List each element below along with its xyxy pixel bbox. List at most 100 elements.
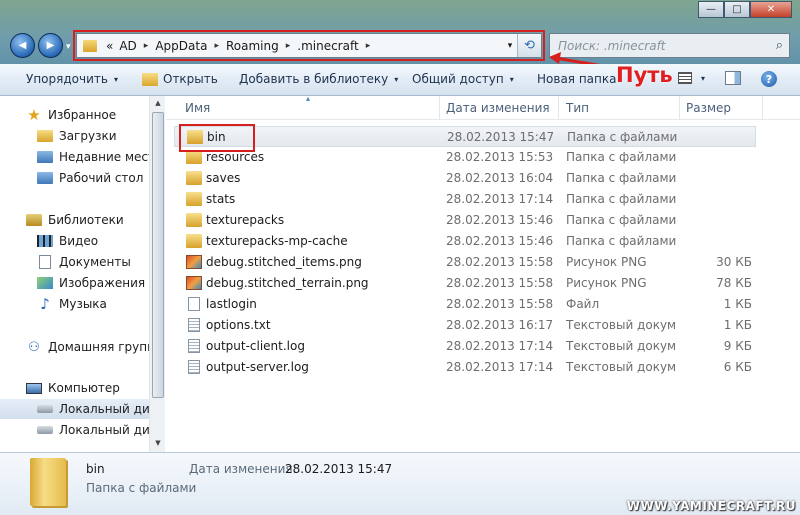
folder-icon: [186, 150, 202, 164]
breadcrumb-overflow[interactable]: «: [103, 39, 116, 53]
breadcrumb-roaming[interactable]: Roaming: [223, 39, 282, 53]
sidebar-item-label: Рабочий стол: [59, 171, 144, 185]
details-modified-label: Дата изменения:: [189, 462, 297, 476]
file-modified: 28.02.2013 15:58: [446, 276, 554, 290]
file-type: Папка с файлами: [567, 130, 677, 144]
sidebar-item-label: Документы: [59, 255, 131, 269]
share-menu[interactable]: Общий доступ ▾: [412, 72, 514, 86]
open-label: Открыть: [163, 72, 218, 86]
breadcrumb-appdata[interactable]: AppData: [152, 39, 210, 53]
file-type: Папка с файлами: [566, 213, 676, 227]
sidebar-scrollbar[interactable]: ▲ ▼: [149, 96, 165, 452]
scroll-up-icon[interactable]: ▲: [150, 96, 166, 110]
table-row[interactable]: lastlogin 28.02.2013 15:58 Файл 1 КБ: [174, 294, 756, 315]
column-header-name[interactable]: Имя: [185, 101, 210, 115]
table-row[interactable]: debug.stitched_terrain.png 28.02.2013 15…: [174, 273, 756, 294]
add-to-library-menu[interactable]: Добавить в библиотеку ▾: [239, 72, 398, 86]
table-row[interactable]: bin 28.02.2013 15:47 Папка с файлами: [174, 126, 756, 147]
table-row[interactable]: resources 28.02.2013 15:53 Папка с файла…: [174, 147, 756, 168]
scroll-down-icon[interactable]: ▼: [150, 436, 166, 450]
breadcrumb-separator-icon[interactable]: ▸: [210, 41, 223, 51]
recent-pages-dropdown[interactable]: ▾: [66, 42, 71, 52]
column-divider[interactable]: [679, 96, 680, 120]
documents-icon: [39, 255, 51, 269]
breadcrumb-separator-icon[interactable]: ▸: [282, 41, 295, 51]
table-row[interactable]: output-server.log 28.02.2013 17:14 Текст…: [174, 357, 756, 378]
sidebar-item-label: Локальный диск: [59, 423, 164, 437]
organize-label: Упорядочить: [26, 72, 108, 86]
help-button[interactable]: ?: [761, 71, 777, 87]
preview-pane-button[interactable]: [725, 71, 741, 85]
minimize-button[interactable]: —: [698, 1, 724, 18]
view-options-button[interactable]: ▾: [678, 72, 705, 84]
file-modified: 28.02.2013 16:04: [446, 171, 554, 185]
file-modified: 28.02.2013 16:17: [446, 318, 554, 332]
file-type: Папка с файлами: [566, 234, 676, 248]
chevron-down-icon: ▾: [701, 73, 706, 83]
column-divider[interactable]: [558, 96, 559, 120]
column-divider[interactable]: [439, 96, 440, 120]
table-row[interactable]: debug.stitched_items.png 28.02.2013 15:5…: [174, 252, 756, 273]
column-header-type[interactable]: Тип: [566, 101, 589, 115]
content-area: ★ Избранное Загрузки Недавние места Рабо…: [0, 94, 800, 452]
search-icon[interactable]: ⌕: [776, 38, 783, 53]
file-name: saves: [206, 171, 241, 185]
file-size: 1 КБ: [723, 297, 752, 311]
table-row[interactable]: saves 28.02.2013 16:04 Папка с файлами: [174, 168, 756, 189]
column-header-modified[interactable]: Дата изменения: [446, 101, 550, 115]
column-header-size[interactable]: Размер: [686, 101, 731, 115]
address-bar[interactable]: « AD ▸ AppData ▸ Roaming ▸ .minecraft ▸ …: [76, 33, 542, 58]
column-headers: ▴ Имя Дата изменения Тип Размер: [166, 94, 800, 120]
file-name: output-server.log: [206, 360, 309, 374]
close-button[interactable]: ✕: [750, 1, 792, 18]
chevron-down-icon[interactable]: ▾: [503, 41, 517, 51]
folder-icon: [186, 234, 202, 248]
file-modified: 28.02.2013 17:14: [446, 339, 554, 353]
table-row[interactable]: options.txt 28.02.2013 16:17 Текстовый д…: [174, 315, 756, 336]
organize-menu[interactable]: Упорядочить ▾: [26, 72, 118, 86]
open-button[interactable]: Открыть: [142, 72, 218, 86]
table-row[interactable]: texturepacks 28.02.2013 15:46 Папка с фа…: [174, 210, 756, 231]
table-row[interactable]: texturepacks-mp-cache 28.02.2013 15:46 П…: [174, 231, 756, 252]
file-name: debug.stitched_items.png: [206, 255, 362, 269]
file-name: texturepacks-mp-cache: [206, 234, 348, 248]
table-row[interactable]: stats 28.02.2013 17:14 Папка с файлами: [174, 189, 756, 210]
scrollbar-thumb[interactable]: [152, 112, 164, 398]
disk-icon: [37, 426, 53, 434]
column-divider[interactable]: [762, 96, 763, 120]
new-folder-button[interactable]: Новая папка: [537, 72, 616, 86]
navigation-pane: ★ Избранное Загрузки Недавние места Рабо…: [0, 96, 165, 452]
table-row[interactable]: output-client.log 28.02.2013 17:14 Текст…: [174, 336, 756, 357]
sidebar-item-local-disk-c[interactable]: Локальный диск: [0, 399, 150, 419]
file-name: stats: [206, 192, 236, 206]
sidebar-item-label: Библиотеки: [48, 213, 124, 227]
file-icon: [188, 297, 200, 311]
open-folder-icon: [142, 72, 158, 86]
sidebar-item-label: Изображения: [59, 276, 146, 290]
file-modified: 28.02.2013 15:46: [446, 213, 554, 227]
file-name: options.txt: [206, 318, 271, 332]
caption-buttons: — □ ✕: [698, 1, 792, 18]
breadcrumb-ad[interactable]: AD: [116, 39, 139, 53]
breadcrumb-separator-icon[interactable]: ▸: [140, 41, 153, 51]
arrow-right-icon: ▶: [46, 40, 55, 51]
navigation-bar: ◀ ▶ ▾ « AD ▸ AppData ▸ Roaming ▸ .minecr…: [0, 30, 800, 62]
share-label: Общий доступ: [412, 72, 504, 86]
file-name: lastlogin: [206, 297, 257, 311]
png-image-icon: [186, 276, 202, 290]
refresh-button[interactable]: ⟲: [517, 34, 541, 57]
breadcrumb-separator-icon[interactable]: ▸: [362, 41, 375, 51]
file-type: Рисунок PNG: [566, 276, 647, 290]
search-input[interactable]: Поиск: .minecraft ⌕: [549, 33, 790, 58]
sidebar-item-label: Домашняя группа: [48, 340, 163, 354]
back-button[interactable]: ◀: [10, 33, 35, 58]
forward-button[interactable]: ▶: [38, 33, 63, 58]
new-folder-label: Новая папка: [537, 72, 617, 86]
folder-icon: [83, 39, 97, 52]
path-annotation-label: Путь: [616, 63, 673, 87]
maximize-button[interactable]: □: [724, 1, 750, 18]
file-modified: 28.02.2013 17:14: [446, 192, 554, 206]
sidebar-item-label: Избранное: [48, 108, 117, 122]
folder-large-icon: [30, 458, 66, 506]
breadcrumb-minecraft[interactable]: .minecraft: [294, 39, 361, 53]
